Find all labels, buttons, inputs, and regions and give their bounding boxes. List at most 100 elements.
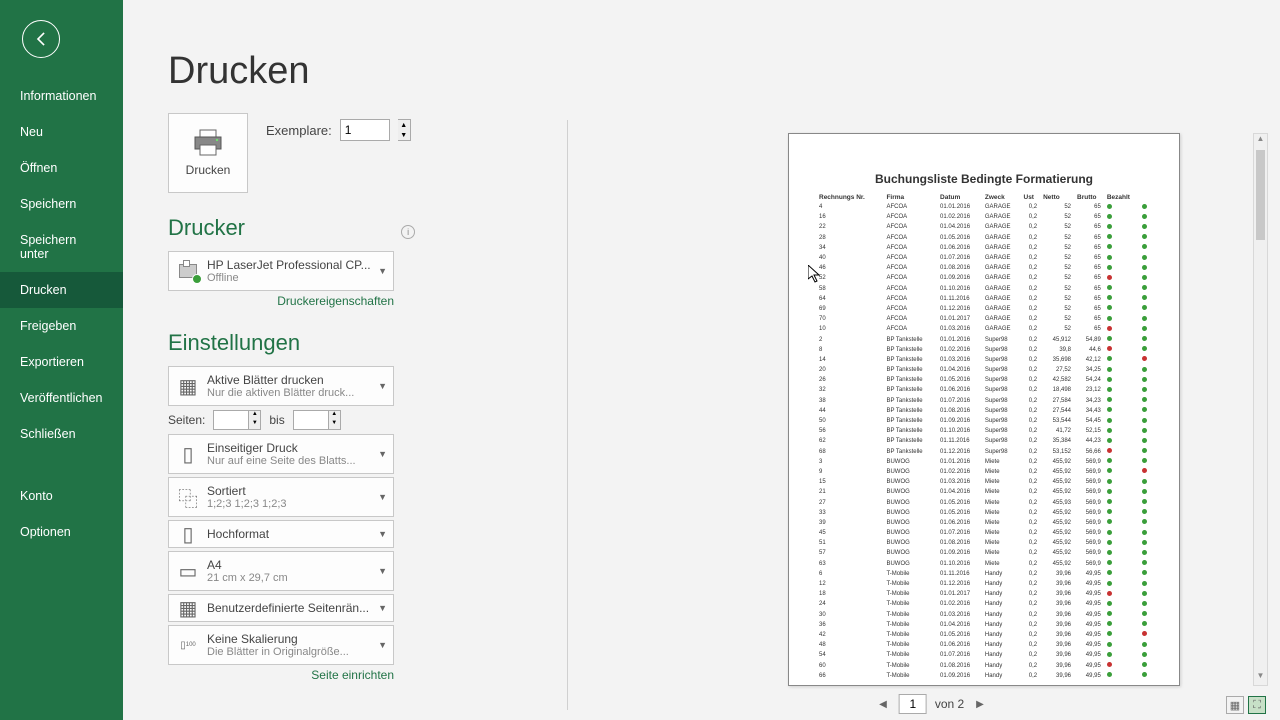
table-row: 62BP Tankstelle01.11.2016Super980,235,38… xyxy=(819,437,1149,445)
table-row: 26BP Tankstelle01.05.2016Super980,242,58… xyxy=(819,376,1149,384)
nav-item-drucken[interactable]: Drucken xyxy=(0,272,123,308)
back-button[interactable] xyxy=(22,20,60,58)
table-row: 57BUWOG01.09.2016Miete0,2455,92569,9 xyxy=(819,549,1149,557)
table-row: 34AFCOA01.06.2016GARAGE0,25265 xyxy=(819,244,1149,252)
chevron-down-icon: ▼ xyxy=(378,603,387,613)
page-setup-link[interactable]: Seite einrichten xyxy=(168,668,394,682)
table-row: 8BP Tankstelle01.02.2016Super980,239,844… xyxy=(819,346,1149,354)
table-row: 21BUWOG01.04.2016Miete0,2455,92569,9 xyxy=(819,488,1149,496)
preview-title: Buchungsliste Bedingte Formatierung xyxy=(817,172,1151,186)
preview-page: Buchungsliste Bedingte Formatierung Rech… xyxy=(788,133,1180,686)
main-content: Drucken Drucken Exemplare: ▲▼ Drucker i xyxy=(123,0,1280,720)
table-row: 44BP Tankstelle01.08.2016Super980,227,54… xyxy=(819,407,1149,415)
table-row: 4AFCOA01.01.2016GARAGE0,25265 xyxy=(819,203,1149,211)
copies-label: Exemplare: xyxy=(266,123,332,138)
backstage-sidebar: InformationenNeuÖffnenSpeichernSpeichern… xyxy=(0,0,123,720)
printer-select[interactable]: HP LaserJet Professional CP... Offline ▼ xyxy=(168,251,394,291)
print-button[interactable]: Drucken xyxy=(168,113,248,193)
printer-device-icon xyxy=(175,256,201,286)
show-margins-button[interactable]: ▦ xyxy=(1226,696,1244,714)
orientation-select[interactable]: ▯ Hochformat ▼ xyxy=(168,520,394,548)
chevron-down-icon: ▼ xyxy=(378,529,387,539)
next-page-button[interactable]: ▶ xyxy=(972,697,988,712)
printer-properties-link[interactable]: Druckereigenschaften xyxy=(168,294,394,308)
preview-area: Buchungsliste Bedingte Formatierung Rech… xyxy=(593,100,1270,720)
table-row: 16AFCOA01.02.2016GARAGE0,25265 xyxy=(819,213,1149,221)
pages-to-input[interactable]: ▲▼ xyxy=(293,410,341,430)
info-icon[interactable]: i xyxy=(401,225,415,239)
table-row: 20BP Tankstelle01.04.2016Super980,227,52… xyxy=(819,366,1149,374)
table-row: 58AFCOA01.10.2016GARAGE0,25265 xyxy=(819,285,1149,293)
divider xyxy=(567,120,568,710)
table-row: 38BP Tankstelle01.07.2016Super980,227,58… xyxy=(819,397,1149,405)
zoom-to-page-button[interactable]: ⛶ xyxy=(1248,696,1266,714)
table-row: 40AFCOA01.07.2016GARAGE0,25265 xyxy=(819,254,1149,262)
nav-item-speichern-unter[interactable]: Speichern unter xyxy=(0,222,123,272)
nav-item-schließen[interactable]: Schließen xyxy=(0,416,123,452)
copies-input[interactable] xyxy=(340,119,390,141)
chevron-down-icon: ▼ xyxy=(378,449,387,459)
table-row: 56BP Tankstelle01.10.2016Super980,241,72… xyxy=(819,427,1149,435)
portrait-icon: ▯ xyxy=(175,519,201,549)
settings-heading: Einstellungen xyxy=(168,330,448,356)
nav-item-veröffentlichen[interactable]: Veröffentlichen xyxy=(0,380,123,416)
table-row: 42T-Mobile01.05.2016Handy0,239,9649,95 xyxy=(819,631,1149,639)
nav-item-freigeben[interactable]: Freigeben xyxy=(0,308,123,344)
table-row: 46AFCOA01.08.2016GARAGE0,25265 xyxy=(819,264,1149,272)
collate-icon: ⿻ xyxy=(175,482,201,512)
printer-heading: Drucker i xyxy=(168,215,448,241)
nav-item-konto[interactable]: Konto xyxy=(0,478,123,514)
table-row: 52AFCOA01.09.2016GARAGE0,25265 xyxy=(819,274,1149,282)
nav-item-exportieren[interactable]: Exportieren xyxy=(0,344,123,380)
nav-item-optionen[interactable]: Optionen xyxy=(0,514,123,550)
page-icon: ▯ xyxy=(175,439,201,469)
table-row: 48T-Mobile01.06.2016Handy0,239,9649,95 xyxy=(819,641,1149,649)
table-row: 3BUWOG01.01.2016Miete0,2455,92569,9 xyxy=(819,458,1149,466)
table-row: 68BP Tankstelle01.12.2016Super980,253,15… xyxy=(819,448,1149,456)
margins-icon: ▦ xyxy=(175,593,201,623)
printer-icon xyxy=(192,129,224,157)
copies-spinner[interactable]: ▲▼ xyxy=(398,119,411,141)
chevron-down-icon: ▼ xyxy=(378,640,387,650)
table-row: 33BUWOG01.05.2016Miete0,2455,92569,9 xyxy=(819,509,1149,517)
sheets-icon: ▦ xyxy=(175,371,201,401)
nav-item-öffnen[interactable]: Öffnen xyxy=(0,150,123,186)
nav-item-neu[interactable]: Neu xyxy=(0,114,123,150)
table-row: 36T-Mobile01.04.2016Handy0,239,9649,95 xyxy=(819,621,1149,629)
table-row: 6T-Mobile01.11.2016Handy0,239,9649,95 xyxy=(819,570,1149,578)
printer-name: HP LaserJet Professional CP... xyxy=(207,258,387,272)
scaling-select[interactable]: ▯100 Keine Skalierung Die Blätter in Ori… xyxy=(168,625,394,665)
nav-item-speichern[interactable]: Speichern xyxy=(0,186,123,222)
table-row: 54T-Mobile01.07.2016Handy0,239,9649,95 xyxy=(819,651,1149,659)
print-button-label: Drucken xyxy=(186,163,231,177)
print-scope-select[interactable]: ▦ Aktive Blätter drucken Nur die aktiven… xyxy=(168,366,394,406)
table-row: 18T-Mobile01.01.2017Handy0,239,9649,95 xyxy=(819,590,1149,598)
table-row: 22AFCOA01.04.2016GARAGE0,25265 xyxy=(819,223,1149,231)
chevron-down-icon: ▼ xyxy=(378,492,387,502)
table-row: 64AFCOA01.11.2016GARAGE0,25265 xyxy=(819,295,1149,303)
table-row: 27BUWOG01.05.2016Miete0,2455,93569,9 xyxy=(819,498,1149,506)
prev-page-button[interactable]: ◀ xyxy=(875,697,891,712)
margins-select[interactable]: ▦ Benutzerdefinierte Seitenrän... ▼ xyxy=(168,594,394,622)
chevron-down-icon: ▼ xyxy=(378,566,387,576)
preview-table: Rechnungs Nr.FirmaDatumZweckUstNettoBrut… xyxy=(817,192,1151,682)
table-row: 10AFCOA01.03.2016GARAGE0,25265 xyxy=(819,325,1149,333)
table-row: 70AFCOA01.01.2017GARAGE0,25265 xyxy=(819,315,1149,323)
printer-status: Offline xyxy=(207,272,387,284)
preview-scrollbar[interactable]: ▲▼ xyxy=(1253,133,1268,686)
paper-select[interactable]: ▭ A4 21 cm x 29,7 cm ▼ xyxy=(168,551,394,591)
sides-select[interactable]: ▯ Einseitiger Druck Nur auf eine Seite d… xyxy=(168,434,394,474)
table-row: 51BUWOG01.08.2016Miete0,2455,92569,9 xyxy=(819,539,1149,547)
arrow-left-icon xyxy=(31,29,51,49)
table-row: 32BP Tankstelle01.06.2016Super980,218,49… xyxy=(819,386,1149,394)
table-row: 9BUWOG01.02.2016Miete0,2455,92569,9 xyxy=(819,468,1149,476)
table-row: 2BP Tankstelle01.01.2016Super980,245,912… xyxy=(819,335,1149,343)
table-row: 12T-Mobile01.12.2016Handy0,239,9649,95 xyxy=(819,580,1149,588)
pages-from-input[interactable]: ▲▼ xyxy=(213,410,261,430)
chevron-down-icon: ▼ xyxy=(378,381,387,391)
scale-icon: ▯100 xyxy=(175,630,201,660)
page-number-input[interactable] xyxy=(899,694,927,714)
table-row: 14BP Tankstelle01.03.2016Super980,235,69… xyxy=(819,356,1149,364)
collate-select[interactable]: ⿻ Sortiert 1;2;3 1;2;3 1;2;3 ▼ xyxy=(168,477,394,517)
nav-item-informationen[interactable]: Informationen xyxy=(0,78,123,114)
